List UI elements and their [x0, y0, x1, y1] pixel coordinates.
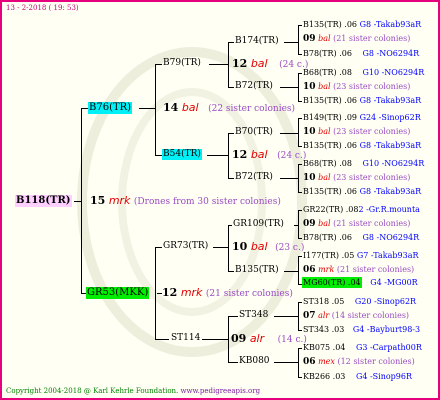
- queen-gr109[interactable]: GR109(TR): [233, 220, 284, 229]
- leaf-entry[interactable]: B68(TR) .08 G10 -NO6294R: [303, 160, 424, 168]
- pedigree-chart: 13 - 2-2018 ( 19: 53) B118(TR) 15 mrk (D…: [0, 0, 440, 400]
- b79-drone-info: 12 bal (24 c.): [232, 57, 309, 70]
- root-queen[interactable]: B118(TR): [15, 195, 72, 207]
- queen-b135[interactable]: B135(TR): [235, 266, 279, 275]
- leaf-entry[interactable]: KB075 .04 G3 -Carpath00R: [303, 344, 422, 352]
- leaf-entry[interactable]: ST318 .05 G20 -Sinop62R: [303, 298, 416, 306]
- footer-url[interactable]: www.pedigreeapis.org: [181, 387, 261, 395]
- queen-b72-lower[interactable]: B72(TR): [235, 173, 273, 182]
- st114-drone-info: 09 alr (14 c.): [231, 332, 307, 345]
- leaf-drone-info: 09 bal (21 sister colonies): [303, 219, 411, 229]
- leaf-entry[interactable]: B135(TR) .06 G8 -Takab93aR: [303, 142, 421, 150]
- leaf-entry[interactable]: B149(TR) .09 G24 -Sinop62R: [303, 114, 421, 122]
- queen-st348[interactable]: ST348: [239, 311, 268, 320]
- leaf-drone-info: 07 alr (14 sister colonies): [303, 311, 410, 321]
- gr53-drone-info: 12 mrk (21 sister colonies): [162, 286, 293, 299]
- leaf-entry[interactable]: I177(TR) .05 G7 -Takab93aR: [303, 252, 418, 260]
- leaf-entry[interactable]: B135(TR) .06 G8 -Takab93aR: [303, 21, 421, 29]
- leaf-entry[interactable]: B135(TR) .06 G8 -Takab93aR: [303, 97, 421, 105]
- queen-b76[interactable]: B76(TR): [88, 102, 133, 114]
- queen-gr53[interactable]: GR53(MKK): [86, 287, 150, 299]
- leaf-entry[interactable]: ST343 .03 G4 -Bayburt98-3: [303, 326, 420, 334]
- root-drone-info: 15 mrk (Drones from 30 sister colonies): [90, 194, 281, 207]
- gr73-drone-info: 10 bal (23 c.): [232, 240, 305, 253]
- leaf-drone-info: 06 mrk (21 sister colonies): [303, 265, 415, 275]
- leaf-entry[interactable]: B135(TR) .06 G8 -Takab93aR: [303, 188, 421, 196]
- leaf-entry[interactable]: B78(TR) .06 G8 -NO6294R: [303, 234, 419, 242]
- root-connector: [81, 108, 82, 293]
- queen-kb080[interactable]: KB080: [239, 357, 270, 366]
- queen-gr73[interactable]: GR73(TR): [163, 242, 208, 251]
- queen-b70[interactable]: B70(TR): [235, 128, 273, 137]
- leaf-entry[interactable]: MG60(TR) .04 G4 -MG00R: [302, 277, 418, 288]
- leaf-entry[interactable]: KB266 .03 G4 -Sinop96R: [303, 373, 412, 381]
- leaf-drone-info: 09 bal (21 sister colonies): [303, 34, 411, 44]
- leaf-drone-info: 06 mex (12 sister colonies): [303, 357, 415, 367]
- b54-drone-info: 12 bal (24 c.): [232, 148, 307, 161]
- queen-b174[interactable]: B174(TR): [235, 37, 279, 46]
- date-stamp: 13 - 2-2018 ( 19: 53): [6, 4, 79, 12]
- leaf-entry[interactable]: GR22(TR) .082 -Gr.R.mounta: [303, 206, 420, 214]
- leaf-drone-info: 10 bal (23 sister colonies): [303, 82, 411, 92]
- queen-st114[interactable]: ST114: [171, 334, 200, 343]
- queen-b54[interactable]: B54(TR): [162, 149, 202, 160]
- leaf-entry[interactable]: B68(TR) .08 G10 -NO6294R: [303, 69, 424, 77]
- leaf-drone-info: 10 bal (23 sister colonies): [303, 173, 411, 183]
- leaf-entry[interactable]: B78(TR) .06 G8 -NO6294R: [303, 50, 419, 58]
- leaf-drone-info: 10 bal (23 sister colonies): [303, 127, 411, 137]
- queen-b72-upper[interactable]: B72(TR): [235, 82, 273, 91]
- footer-copyright: Copyright 2004-2018 @ Karl Kehrle Founda…: [6, 387, 261, 395]
- b76-drone-info: 14 bal (22 sister colonies): [163, 101, 296, 114]
- queen-b79[interactable]: B79(TR): [163, 59, 201, 68]
